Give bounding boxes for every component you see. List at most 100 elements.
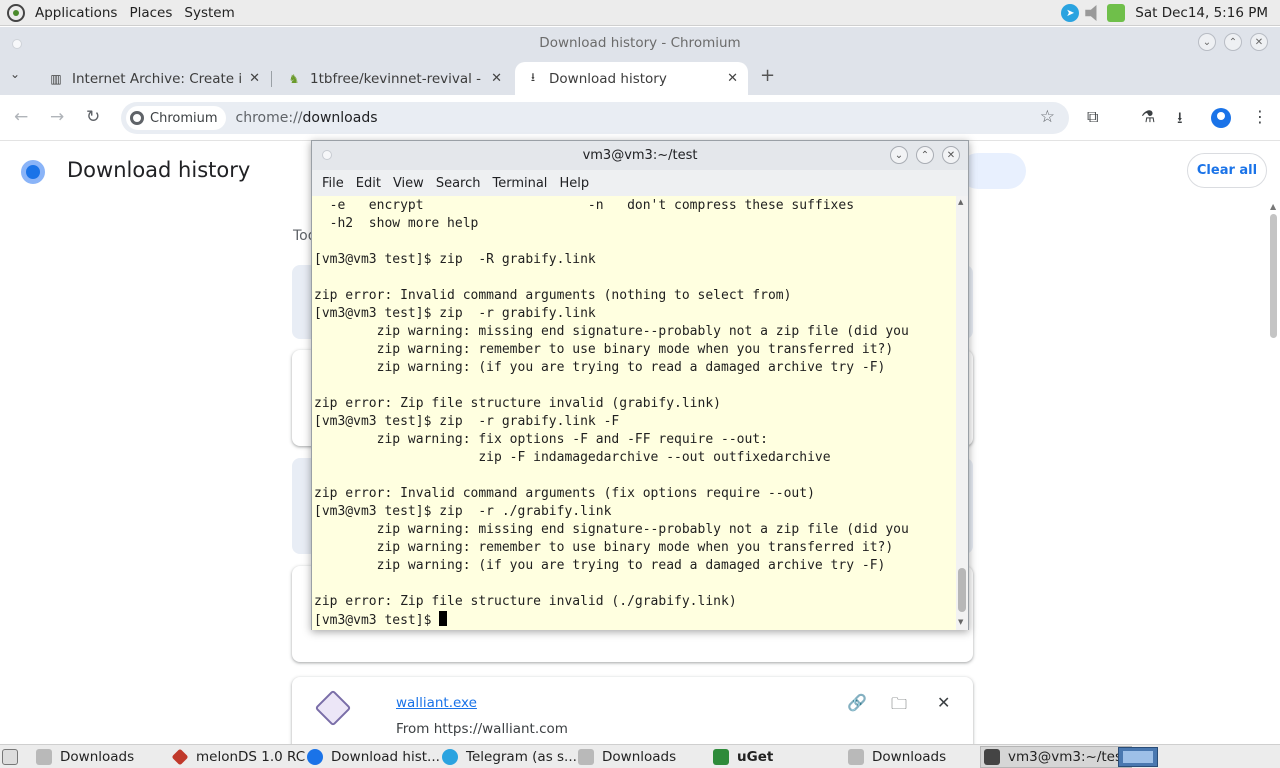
terminal-line: zip error: Invalid command arguments (fi… bbox=[314, 486, 815, 501]
tab-github[interactable]: ♞ 1tbfree/kevinnet-revival - ke ✕ bbox=[276, 62, 512, 95]
folder-icon bbox=[848, 749, 864, 765]
terminal-line: zip error: Invalid command arguments (no… bbox=[314, 288, 792, 303]
telegram-tray-icon[interactable]: ➤ bbox=[1061, 4, 1080, 22]
terminal-line: [vm3@vm3 test]$ zip -r grabify.link -F bbox=[314, 414, 620, 429]
menu-system[interactable]: System bbox=[178, 5, 240, 21]
menu-file[interactable]: File bbox=[316, 176, 350, 191]
clear-all-button[interactable]: Clear all bbox=[1187, 153, 1267, 188]
chromium-icon bbox=[307, 749, 323, 765]
search-downloads-input[interactable] bbox=[960, 153, 1026, 189]
remove-item-icon[interactable]: ✕ bbox=[937, 693, 950, 712]
taskbar-item-downloads[interactable]: Downloads bbox=[36, 746, 134, 768]
tab-strip: ⌄ ▥ Internet Archive: Create item ✕ ♞ 1t… bbox=[0, 59, 1280, 95]
terminal-title: vm3@vm3:~/test bbox=[582, 148, 698, 163]
github-icon: ♞ bbox=[288, 71, 300, 86]
terminal-line: -e encrypt -n don't compress these suffi… bbox=[314, 198, 855, 213]
system-tray: ➤ Sat Dec14, 5:16 PM bbox=[1061, 0, 1280, 26]
bookmark-star-icon[interactable]: ☆ bbox=[1040, 107, 1055, 127]
terminal-scrollbar[interactable]: ▲ ▼ bbox=[956, 196, 968, 630]
browser-titlebar: Download history - Chromium ⌄ ⌃ ✕ bbox=[0, 27, 1280, 59]
download-source: From https://walliant.com bbox=[396, 721, 568, 737]
menu-view[interactable]: View bbox=[387, 176, 430, 191]
taskbar-item-telegram[interactable]: Telegram (as s... bbox=[442, 746, 577, 768]
taskbar-item-uget[interactable]: uGet bbox=[713, 746, 773, 768]
terminal-titlebar[interactable]: vm3@vm3:~/test ⌄ ⌃ ✕ bbox=[312, 141, 968, 170]
page-scrollbar[interactable]: ▲ bbox=[1269, 202, 1278, 742]
taskbar-item-chromium[interactable]: Download hist... bbox=[307, 746, 440, 768]
archive-icon: ▥ bbox=[50, 71, 62, 86]
terminal-menubar: File Edit View Search Terminal Help bbox=[312, 170, 968, 196]
tab-close-icon[interactable]: ✕ bbox=[249, 71, 260, 86]
copy-link-icon[interactable]: 🔗 bbox=[847, 693, 867, 712]
site-info-chip[interactable]: Chromium bbox=[126, 106, 226, 130]
taskbar-item-terminal[interactable]: vm3@vm3:~/test bbox=[980, 746, 1133, 768]
download-file-link[interactable]: walliant.exe bbox=[396, 695, 477, 711]
terminal-line: zip warning: (if you are trying to read … bbox=[314, 360, 886, 375]
tab-download-history[interactable]: ⭳ Download history ✕ bbox=[515, 62, 748, 95]
downloads-toolbar-icon[interactable]: ⭳ bbox=[1177, 107, 1183, 134]
taskbar-item-downloads-3[interactable]: Downloads bbox=[848, 746, 946, 768]
workspace-switcher[interactable] bbox=[1118, 747, 1158, 767]
reload-button[interactable]: ↻ bbox=[86, 107, 100, 127]
terminal-line: zip warning: (if you are trying to read … bbox=[314, 558, 886, 573]
top-panel: Applications Places System ➤ Sat Dec14, … bbox=[0, 0, 1280, 26]
menu-places[interactable]: Places bbox=[123, 5, 178, 21]
maximize-button[interactable]: ⌃ bbox=[1224, 33, 1242, 51]
menu-help[interactable]: Help bbox=[553, 176, 595, 191]
menu-terminal[interactable]: Terminal bbox=[486, 176, 553, 191]
close-button[interactable]: ✕ bbox=[942, 146, 960, 164]
terminal-prompt-line[interactable]: [vm3@vm3 test]$ bbox=[314, 611, 909, 629]
minimize-button[interactable]: ⌄ bbox=[1198, 33, 1216, 51]
tab-internet-archive[interactable]: ▥ Internet Archive: Create item ✕ bbox=[38, 62, 270, 95]
folder-icon bbox=[36, 749, 52, 765]
show-in-folder-icon[interactable]: 🗀 bbox=[891, 693, 907, 720]
distro-logo-icon[interactable] bbox=[7, 3, 25, 22]
taskbar-item-downloads-2[interactable]: Downloads bbox=[578, 746, 676, 768]
terminal-line: zip error: Zip file structure invalid (g… bbox=[314, 396, 721, 411]
telegram-icon bbox=[442, 749, 458, 765]
taskbar: Downloads melonDS 1.0 RC Download hist..… bbox=[0, 744, 1280, 768]
page-title: Download history bbox=[67, 158, 251, 182]
terminal-line: zip warning: missing end signature--prob… bbox=[314, 522, 909, 537]
menu-search[interactable]: Search bbox=[430, 176, 487, 191]
tab-close-icon[interactable]: ✕ bbox=[491, 71, 502, 86]
terminal-line: [vm3@vm3 test]$ zip -R grabify.link bbox=[314, 252, 596, 267]
terminal-window: vm3@vm3:~/test ⌄ ⌃ ✕ File Edit View Sear… bbox=[311, 140, 969, 630]
window-menu-icon[interactable] bbox=[322, 150, 332, 160]
minimize-button[interactable]: ⌄ bbox=[890, 146, 908, 164]
terminal-line: zip warning: remember to use binary mode… bbox=[314, 540, 894, 555]
url-text[interactable]: chrome://downloads bbox=[236, 110, 378, 126]
address-bar[interactable]: Chromium chrome://downloads ☆ bbox=[121, 102, 1069, 134]
terminal-line: zip -F indamagedarchive --out outfixedar… bbox=[314, 450, 831, 465]
menu-edit[interactable]: Edit bbox=[350, 176, 387, 191]
back-button[interactable]: ← bbox=[14, 107, 28, 127]
show-desktop-button[interactable] bbox=[2, 746, 18, 768]
terminal-line: zip warning: remember to use binary mode… bbox=[314, 342, 894, 357]
window-menu-icon[interactable] bbox=[12, 39, 22, 49]
forward-button[interactable]: → bbox=[50, 107, 64, 127]
clock[interactable]: Sat Dec14, 5:16 PM bbox=[1135, 5, 1268, 21]
close-button[interactable]: ✕ bbox=[1250, 33, 1268, 51]
tab-search-chevron-icon[interactable]: ⌄ bbox=[10, 67, 20, 81]
tab-close-icon[interactable]: ✕ bbox=[727, 71, 738, 86]
folder-icon bbox=[578, 749, 594, 765]
terminal-output[interactable]: -e encrypt -n don't compress these suffi… bbox=[312, 196, 956, 630]
terminal-icon bbox=[984, 749, 1000, 765]
new-tab-button[interactable]: + bbox=[760, 65, 775, 86]
labs-flask-icon[interactable]: ⚗ bbox=[1141, 107, 1155, 126]
taskbar-item-melonds[interactable]: melonDS 1.0 RC bbox=[171, 746, 305, 768]
extensions-icon[interactable]: ⧉ bbox=[1087, 107, 1098, 127]
volume-icon[interactable] bbox=[1085, 5, 1097, 21]
menu-kebab-icon[interactable]: ⋮ bbox=[1252, 107, 1268, 126]
terminal-line: zip warning: fix options -F and -FF requ… bbox=[314, 432, 768, 447]
profile-avatar[interactable] bbox=[1211, 108, 1231, 128]
update-notifier-icon[interactable] bbox=[1107, 4, 1126, 22]
text-cursor bbox=[439, 611, 448, 626]
melonds-icon bbox=[171, 748, 189, 766]
menu-applications[interactable]: Applications bbox=[29, 5, 123, 21]
maximize-button[interactable]: ⌃ bbox=[916, 146, 934, 164]
